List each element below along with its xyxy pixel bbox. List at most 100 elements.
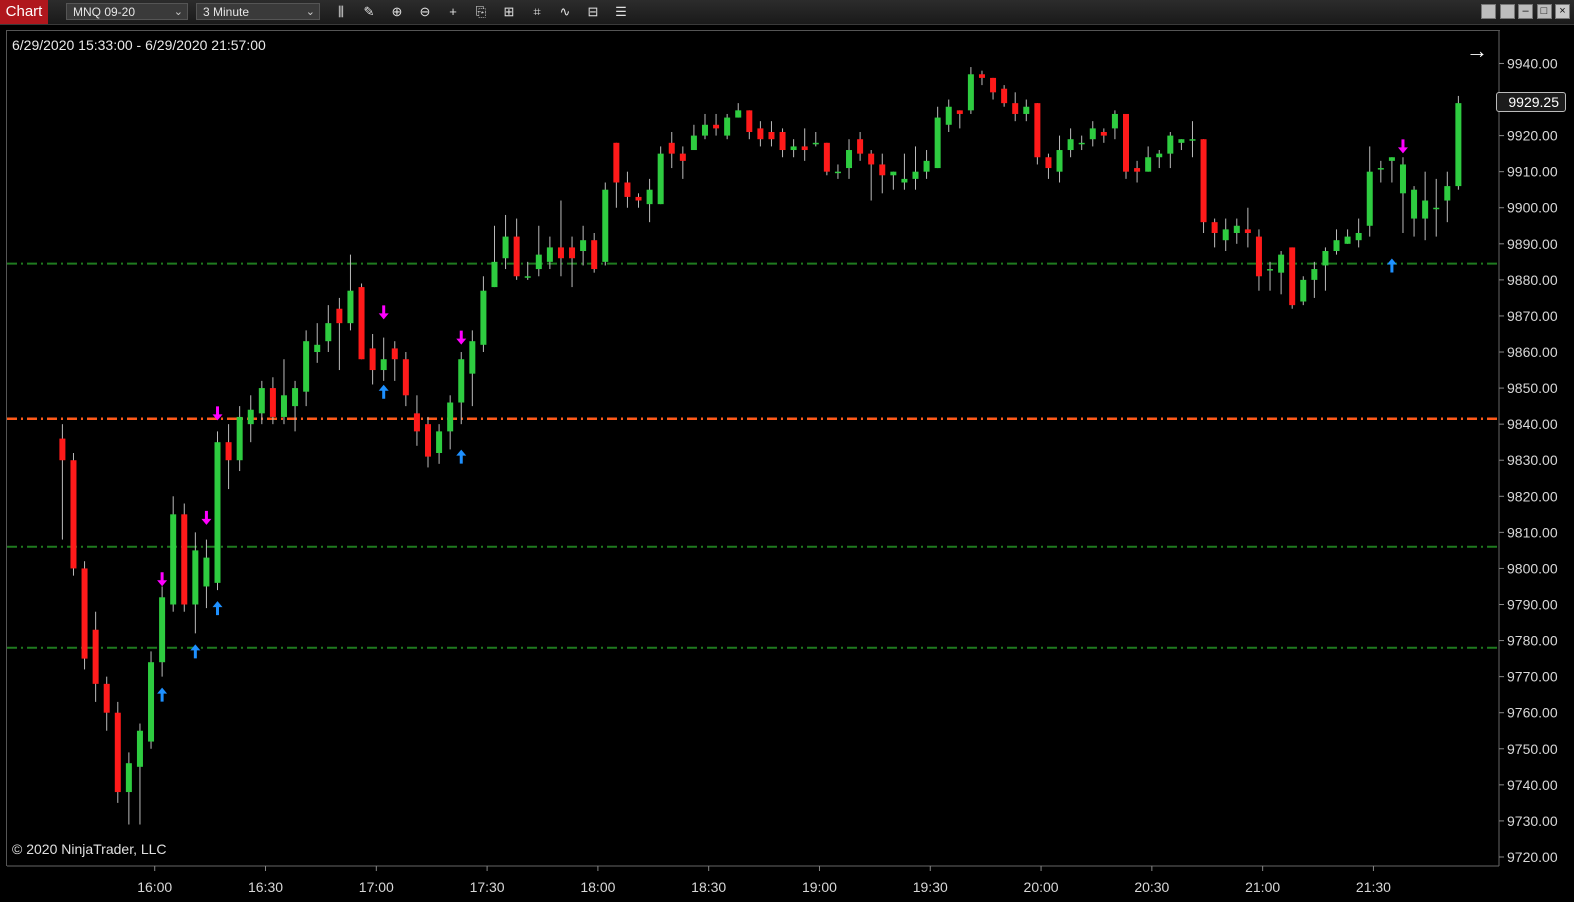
candle-body[interactable] [136,730,143,767]
candle-body[interactable] [1100,131,1107,136]
price-chart[interactable]: 9940.009930.009920.009910.009900.009890.… [0,0,1574,902]
candle-body[interactable] [679,153,686,161]
candle-body[interactable] [569,247,576,259]
candle-body[interactable] [92,629,99,684]
candle-body[interactable] [1189,139,1196,141]
candle-body[interactable] [203,557,210,587]
candle-body[interactable] [1355,232,1362,241]
candle-body[interactable] [657,153,664,205]
candle-body[interactable] [624,182,631,197]
candle-body[interactable] [425,424,432,457]
candle-body[interactable] [436,431,443,454]
candle-body[interactable] [635,196,642,201]
candle-body[interactable] [901,178,908,183]
candle-body[interactable] [834,171,841,174]
candle-body[interactable] [314,344,321,353]
candle-body[interactable] [413,413,420,432]
candle-body[interactable] [1078,142,1085,145]
candle-body[interactable] [1255,236,1262,277]
candle-body[interactable] [591,240,598,270]
candle-body[interactable] [1167,135,1174,154]
candle-body[interactable] [857,139,864,154]
candle-body[interactable] [447,402,454,432]
candle-body[interactable] [1399,164,1406,194]
candle-body[interactable] [690,135,697,151]
candle-body[interactable] [369,348,376,371]
candle-body[interactable] [613,142,620,183]
candle-body[interactable] [148,662,155,742]
candle-body[interactable] [967,74,974,111]
candle-body[interactable] [258,388,265,414]
candle-body[interactable] [768,131,775,140]
candle-body[interactable] [1267,269,1274,271]
candle-body[interactable] [790,146,797,151]
candle-body[interactable] [225,442,232,461]
candle-body[interactable] [1012,103,1019,114]
candle-body[interactable] [181,514,188,605]
candle-body[interactable] [779,131,786,151]
candle-body[interactable] [502,236,509,259]
candle-body[interactable] [1222,229,1229,241]
candle-body[interactable] [1322,251,1329,266]
candle-body[interactable] [713,124,720,129]
candle-body[interactable] [1134,168,1141,172]
candle-body[interactable] [912,171,919,179]
candle-body[interactable] [170,514,177,605]
candle-body[interactable] [668,142,675,154]
candle-body[interactable] [1366,171,1373,226]
candle-body[interactable] [236,416,243,461]
candle-body[interactable] [535,254,542,270]
candle-body[interactable] [125,763,132,793]
candle-body[interactable] [1145,157,1152,172]
candle-body[interactable] [557,247,564,259]
candle-body[interactable] [823,142,830,172]
candle-body[interactable] [602,189,609,262]
candle-body[interactable] [380,359,387,371]
candle-body[interactable] [159,597,166,663]
candle-body[interactable] [879,164,886,176]
candle-body[interactable] [801,146,808,151]
candle-body[interactable] [192,550,199,605]
candle-body[interactable] [1123,113,1129,172]
candle-body[interactable] [513,236,520,277]
candle-body[interactable] [524,276,531,278]
candle-body[interactable] [114,712,121,793]
candle-body[interactable] [735,110,742,118]
candle-body[interactable] [1233,225,1240,233]
candle-body[interactable] [646,189,653,205]
candle-body[interactable] [1455,103,1462,187]
candle-body[interactable] [1067,139,1074,151]
candle-body[interactable] [1244,229,1251,233]
candle-body[interactable] [347,290,354,324]
candle-body[interactable] [1211,222,1218,233]
candle-body[interactable] [1300,279,1307,302]
candle-body[interactable] [103,683,110,713]
candle-body[interactable] [956,110,963,114]
candle-body[interactable] [336,308,343,324]
candle-body[interactable] [402,359,409,396]
candle-body[interactable] [945,106,952,125]
candle-body[interactable] [1433,207,1440,210]
candle-body[interactable] [868,153,875,165]
candle-body[interactable] [303,341,310,392]
candle-body[interactable] [1377,168,1384,170]
candle-body[interactable] [292,388,299,407]
candle-body[interactable] [214,442,221,583]
candle-body[interactable] [1344,236,1351,244]
candle-body[interactable] [458,359,465,403]
scroll-to-latest-arrow-icon[interactable]: → [1464,38,1490,64]
candle-body[interactable] [746,110,753,132]
candle-body[interactable] [546,247,553,262]
candle-body[interactable] [1278,254,1285,273]
candle-body[interactable] [757,128,764,140]
candle-body[interactable] [469,341,476,374]
candle-body[interactable] [1045,157,1052,169]
candle-body[interactable] [990,77,997,93]
candle-body[interactable] [1444,186,1451,201]
candle-body[interactable] [1089,128,1096,140]
candle-body[interactable] [1289,247,1296,306]
candle-body[interactable] [1111,113,1118,129]
candle-body[interactable] [269,388,276,417]
candle-body[interactable] [81,568,88,659]
candle-body[interactable] [1411,189,1418,219]
